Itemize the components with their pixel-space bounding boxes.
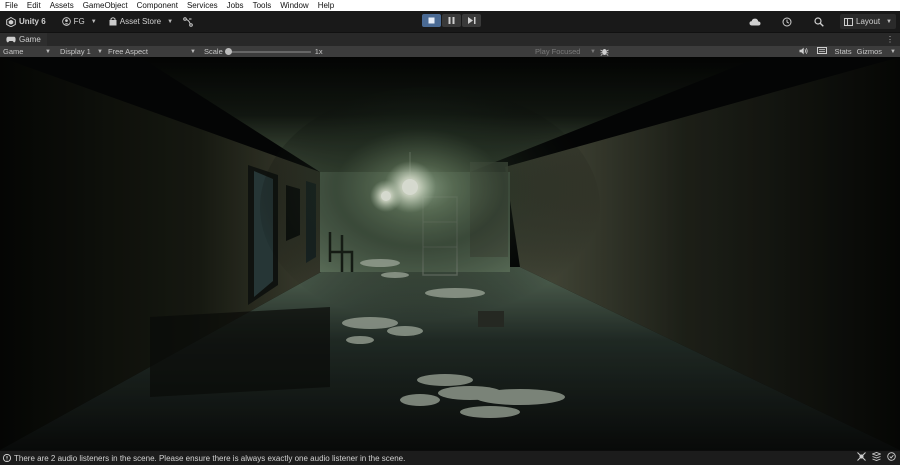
tab-game-label: Game [19,35,41,44]
menu-tools[interactable]: Tools [248,0,276,11]
status-bar: There are 2 audio listeners in the scene… [0,450,900,465]
kebab-menu-icon[interactable]: ⋮ [886,35,894,44]
tab-game[interactable]: Game [0,33,47,46]
step-button[interactable] [462,14,481,27]
game-scene-image [0,57,900,450]
shopping-bag-icon [109,17,117,26]
view-type-value: Game [3,47,24,56]
chevron-down-icon: ▼ [90,18,97,25]
account-label: FG [73,17,85,26]
play-mode-value: Play Focused [535,47,581,56]
play-controls [422,14,481,27]
account-icon [61,17,71,26]
scale-slider-handle[interactable] [224,47,232,55]
display-dropdown[interactable]: Display 1 ▼ [57,46,105,57]
chevron-down-icon: ▼ [45,48,51,55]
chevron-down-icon: ▼ [190,48,196,55]
layout-icon [844,17,854,26]
menu-bar: File Edit Assets GameObject Component Se… [0,0,900,11]
account-dropdown[interactable]: FG ▼ [56,14,103,30]
layout-dropdown[interactable]: Layout ▼ [840,14,896,29]
stats-button[interactable]: Stats [835,47,852,56]
progress-circle-icon[interactable] [887,452,896,463]
aspect-dropdown[interactable]: Free Aspect ▼ [105,46,198,57]
unity-logo-icon [6,16,16,27]
scale-control: Scale 1x [204,47,323,56]
stop-icon [428,17,435,24]
search-icon [814,16,824,27]
shortcuts-button[interactable] [816,47,827,56]
unity-logo-button[interactable]: Unity 6 [0,14,52,30]
pause-icon [448,17,455,24]
chevron-down-icon: ▼ [97,48,103,55]
menu-component[interactable]: Component [132,0,182,11]
main-toolbar: Unity 6 FG ▼ Asset Store ▼ Layout ▼ [0,11,900,32]
asset-store-label: Asset Store [119,17,162,26]
branch-icon [183,16,193,27]
version-control-button[interactable] [179,14,197,30]
menu-assets[interactable]: Assets [45,0,78,11]
console-message[interactable]: There are 2 audio listeners in the scene… [14,454,405,463]
chevron-down-icon: ▼ [590,48,596,55]
game-tab-bar: Game ⋮ [0,32,900,46]
menu-jobs[interactable]: Jobs [222,0,248,11]
keyboard-icon [816,47,827,54]
menu-services[interactable]: Services [182,0,222,11]
scale-slider[interactable] [224,47,311,55]
play-button[interactable] [422,14,441,27]
menu-gameobject[interactable]: GameObject [78,0,132,11]
speaker-icon [799,47,808,54]
game-view-right: Stats Gizmos ▼ [799,46,896,57]
cloud-button[interactable] [746,14,764,30]
warning-icon [3,454,11,462]
debug-icon[interactable] [857,452,866,463]
layout-label: Layout [856,17,881,26]
history-button[interactable] [778,14,796,30]
menu-file[interactable]: File [0,0,22,11]
menu-help[interactable]: Help [313,0,338,11]
mute-audio-button[interactable] [799,47,808,57]
chevron-down-icon[interactable]: ▼ [890,49,896,55]
bug-icon [600,49,609,56]
chevron-down-icon: ▼ [886,18,892,25]
gamepad-icon [6,36,16,43]
toolbar-right: Layout ▼ [746,11,896,32]
play-mode-dropdown[interactable]: Play Focused ▼ [532,46,598,57]
step-icon [467,17,475,24]
aspect-value: Free Aspect [108,47,149,56]
menu-window[interactable]: Window [275,0,312,11]
display-value: Display 1 [60,47,91,56]
status-icons [857,452,896,463]
gizmos-dropdown[interactable]: Gizmos [857,47,882,56]
pause-button[interactable] [442,14,461,27]
menu-edit[interactable]: Edit [22,0,45,11]
scale-value: 1x [314,47,323,56]
asset-store-dropdown[interactable]: Asset Store ▼ [103,14,179,30]
game-view-controls: Game ▼ Display 1 ▼ Free Aspect ▼ Scale 1… [0,46,900,57]
game-viewport[interactable] [0,57,900,450]
history-icon [782,17,792,26]
layers-icon[interactable] [871,452,882,463]
search-button[interactable] [810,14,828,30]
chevron-down-icon: ▼ [167,18,174,25]
scale-label: Scale [204,47,223,56]
unity-version-label: Unity 6 [19,17,46,26]
cloud-icon [749,18,761,25]
view-type-dropdown[interactable]: Game ▼ [0,46,53,57]
